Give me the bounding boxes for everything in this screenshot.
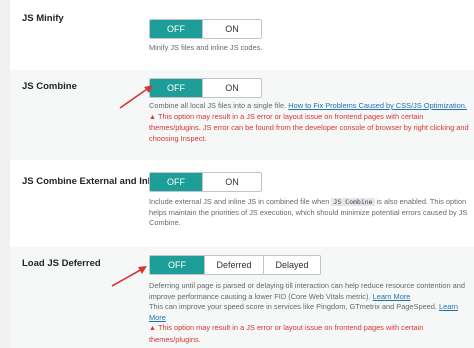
load-js-deferred-toggle: OFF Deferred Delayed [149, 255, 321, 275]
deferred-warning-text-2: themes/plugins. [149, 334, 201, 344]
js-combine-toggle: OFF ON [149, 78, 262, 98]
deferred-desc-line2: This can improve your speed score in ser… [149, 302, 437, 312]
load-js-deferred-description: Deferring until page is parsed or delayi… [149, 281, 469, 346]
warning-icon: ▲ [149, 113, 156, 121]
js-combine-external-inline-toggle: OFF ON [149, 172, 262, 192]
warning-text-2: themes/plugins. JS error can be found fr… [149, 123, 469, 133]
css-js-optimization-link[interactable]: How to Fix Problems Caused by CSS/JS Opt… [288, 101, 467, 110]
js-minify-toggle: OFF ON [149, 19, 262, 39]
js-deferred-delayed-option[interactable]: Delayed [263, 256, 320, 274]
js-combine-external-description: Include external JS and inline JS in com… [149, 197, 469, 229]
deferred-desc-line1a: Deferring until page is parsed or delayi… [149, 281, 465, 290]
warning-icon: ▲ [149, 325, 156, 333]
js-combine-warning: ▲ This option may result in a JS error or… [149, 112, 469, 143]
learn-more-link-fid[interactable]: Learn More [373, 292, 411, 301]
js-deferred-off-option[interactable]: OFF [150, 256, 204, 274]
red-arrow-icon [111, 266, 147, 287]
js-combine-external-desc-post: is also enabled. This option [376, 197, 467, 206]
deferred-warning-text-1: This option may result in a JS error or … [157, 323, 424, 333]
js-combine-label: JS Combine [22, 81, 77, 92]
js-combine-description: Combine all local JS files into a single… [149, 101, 469, 144]
js-combine-off-option[interactable]: OFF [150, 79, 202, 97]
js-combine-code-tag: JS Combine [331, 198, 375, 206]
warning-text-1: This option may result in a JS error or … [157, 111, 424, 121]
load-js-deferred-label: Load JS Deferred [22, 258, 101, 269]
js-minify-label: JS Minify [22, 13, 64, 24]
js-deferred-warning: ▲ This option may result in a JS error or… [149, 323, 423, 344]
deferred-desc-line1b: improve performance causing a lower FID … [149, 291, 371, 301]
js-deferred-deferred-option[interactable]: Deferred [204, 256, 263, 274]
js-combine-external-desc-line2: helps maintain the priorities of JS exec… [149, 207, 468, 217]
js-combine-desc-text: Combine all local JS files into a single… [149, 101, 287, 110]
js-combine-external-desc-line3: Combine. [149, 218, 181, 228]
red-arrow-icon [119, 85, 153, 109]
js-minify-off-option[interactable]: OFF [150, 20, 202, 38]
js-minify-description: Minify JS files and inline JS codes. [149, 43, 263, 52]
js-combine-external-desc-pre: Include external JS and inline JS in com… [149, 197, 330, 206]
js-combine-external-inline-label: JS Combine External and Inline [22, 176, 165, 187]
js-combine-external-off-option[interactable]: OFF [150, 173, 202, 191]
js-combine-on-option[interactable]: ON [202, 79, 261, 97]
warning-text-3: choosing Inspect. [149, 133, 207, 143]
js-minify-on-option[interactable]: ON [202, 20, 261, 38]
js-combine-external-on-option[interactable]: ON [202, 173, 261, 191]
